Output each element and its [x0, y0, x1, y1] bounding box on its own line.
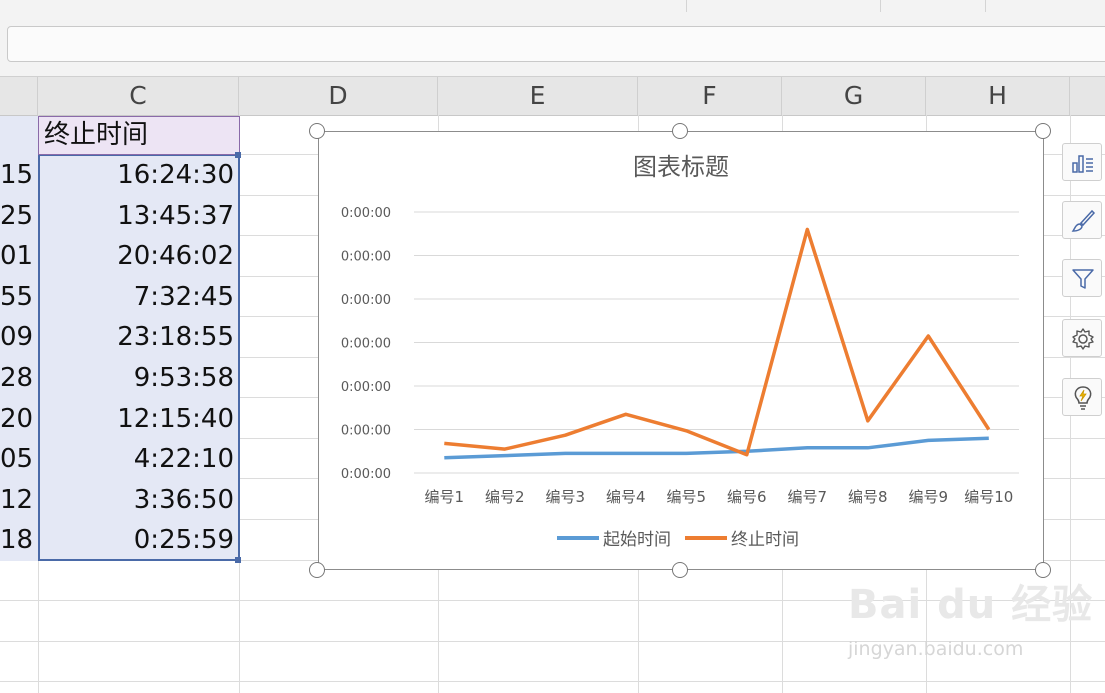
column-header-i[interactable] [1070, 77, 1105, 115]
chart-area[interactable]: 图表标题 0:00:00 0:00:00 0:00:00 0:00:00 0:00:00… [318, 131, 1044, 570]
column-header-f[interactable]: F [638, 77, 782, 115]
cell-b-value[interactable]: 01 [0, 236, 36, 276]
y-tick-label: 0:00:00 [341, 380, 391, 395]
x-tick-label: 编号9 [908, 488, 948, 506]
legend-label: 终止时间 [731, 530, 799, 550]
cell-c-value[interactable]: 9:53:58 [40, 358, 234, 398]
chart-filter-icon [1072, 269, 1094, 289]
selection-handle[interactable] [235, 152, 241, 158]
cell-c-value[interactable]: 0:25:59 [40, 520, 234, 560]
watermark-url: jingyan.baidu.com [848, 638, 1024, 660]
y-tick-label: 0:00:00 [341, 337, 391, 352]
cell-c-value[interactable]: 20:46:02 [40, 236, 234, 276]
y-tick-label: 0:00:00 [341, 206, 391, 221]
y-tick-label: 0:00:00 [341, 467, 391, 482]
column-header-e[interactable]: E [438, 77, 638, 115]
cell-b-value[interactable]: 18 [0, 520, 36, 560]
chart-series [444, 227, 991, 460]
cell-b-value[interactable]: 28 [0, 358, 36, 398]
chart-resize-handle-top[interactable] [672, 123, 688, 139]
cell-c-value[interactable]: 4:22:10 [40, 439, 234, 479]
cell-c-value[interactable]: 23:18:55 [40, 317, 234, 357]
cell-c-value[interactable]: 7:32:45 [40, 277, 234, 317]
x-tick-label: 编号3 [545, 488, 585, 506]
cell-b-value[interactable]: 05 [0, 439, 36, 479]
chart-title[interactable]: 图表标题 [633, 153, 729, 181]
formula-input[interactable] [7, 26, 1105, 62]
fill-handle[interactable] [235, 557, 241, 563]
x-tick-label: 编号5 [666, 488, 706, 506]
cell-c-value[interactable]: 13:45:37 [40, 196, 234, 236]
chart-elements-button[interactable] [1062, 143, 1102, 181]
column-header-g[interactable]: G [782, 77, 926, 115]
x-tick-label: 编号6 [727, 488, 767, 506]
chart-resize-handle-bl[interactable] [309, 562, 325, 578]
y-axis-labels: 0:00:00 0:00:00 0:00:00 0:00:00 0:00:00 0:00:… [341, 206, 391, 482]
chart-resize-handle-tl[interactable] [309, 123, 325, 139]
ribbon-divider [686, 0, 687, 12]
column-header-h[interactable]: H [926, 77, 1070, 115]
x-tick-label: 编号2 [485, 488, 525, 506]
x-tick-label: 编号8 [848, 488, 888, 506]
cell-c-value[interactable]: 16:24:30 [40, 155, 234, 195]
column-header-b[interactable] [0, 77, 38, 115]
cell-b-value[interactable]: 20 [0, 399, 36, 439]
header-label: 终止时间 [44, 120, 149, 150]
cell-b-value[interactable]: 55 [0, 277, 36, 317]
cell-b-value[interactable]: 15 [0, 155, 36, 195]
chart-gridlines [414, 211, 1019, 474]
x-tick-label: 编号4 [606, 488, 646, 506]
chart-settings-icon [1072, 328, 1094, 350]
line-chart: 图表标题 0:00:000:00:000:00:000:00:000:00:00… [341, 153, 1019, 550]
x-tick-label: 编号1 [424, 488, 464, 506]
y-tick-label: 0:00:00 [341, 250, 391, 265]
x-axis-labels: 编号1 编号2 编号3 编号4 编号5 编号6 编号7 编号8 编号9 编号10 [424, 488, 1013, 506]
cell-b-value[interactable]: 25 [0, 196, 36, 236]
cell-b-value[interactable]: 12 [0, 480, 36, 520]
y-tick-label: 0:00:00 [341, 293, 391, 308]
chart-resize-handle-tr[interactable] [1035, 123, 1051, 139]
chart-quick-analysis-button[interactable] [1062, 378, 1102, 416]
column-header-d[interactable]: D [239, 77, 438, 115]
chart-style-icon [1071, 209, 1096, 232]
column-header-row: C D E F G H [0, 76, 1105, 116]
chart-quick-analysis-icon [1074, 386, 1092, 410]
chart-filter-button[interactable] [1062, 259, 1102, 297]
cell-c-value[interactable]: 12:15:40 [40, 399, 234, 439]
x-tick-label: 编号7 [787, 488, 827, 506]
y-tick-label: 0:00:00 [341, 424, 391, 439]
ribbon-strip [0, 0, 1105, 15]
chart-legend[interactable]: 起始时间 终止时间 [557, 530, 799, 550]
cell-c-value[interactable]: 3:36:50 [40, 480, 234, 520]
chart-settings-button[interactable] [1062, 319, 1102, 357]
x-tick-label: 编号10 [964, 488, 1013, 506]
ribbon-divider [985, 0, 986, 12]
chart-elements-icon [1072, 155, 1093, 173]
watermark-logo: Bai du 经验 [848, 582, 1094, 628]
cell-b-value[interactable]: 09 [0, 317, 36, 357]
chart-style-button[interactable] [1062, 201, 1102, 239]
ribbon-divider [880, 0, 881, 12]
column-header-c[interactable]: C [38, 77, 239, 115]
legend-label: 起始时间 [603, 530, 671, 550]
chart-resize-handle-bottom[interactable] [672, 562, 688, 578]
